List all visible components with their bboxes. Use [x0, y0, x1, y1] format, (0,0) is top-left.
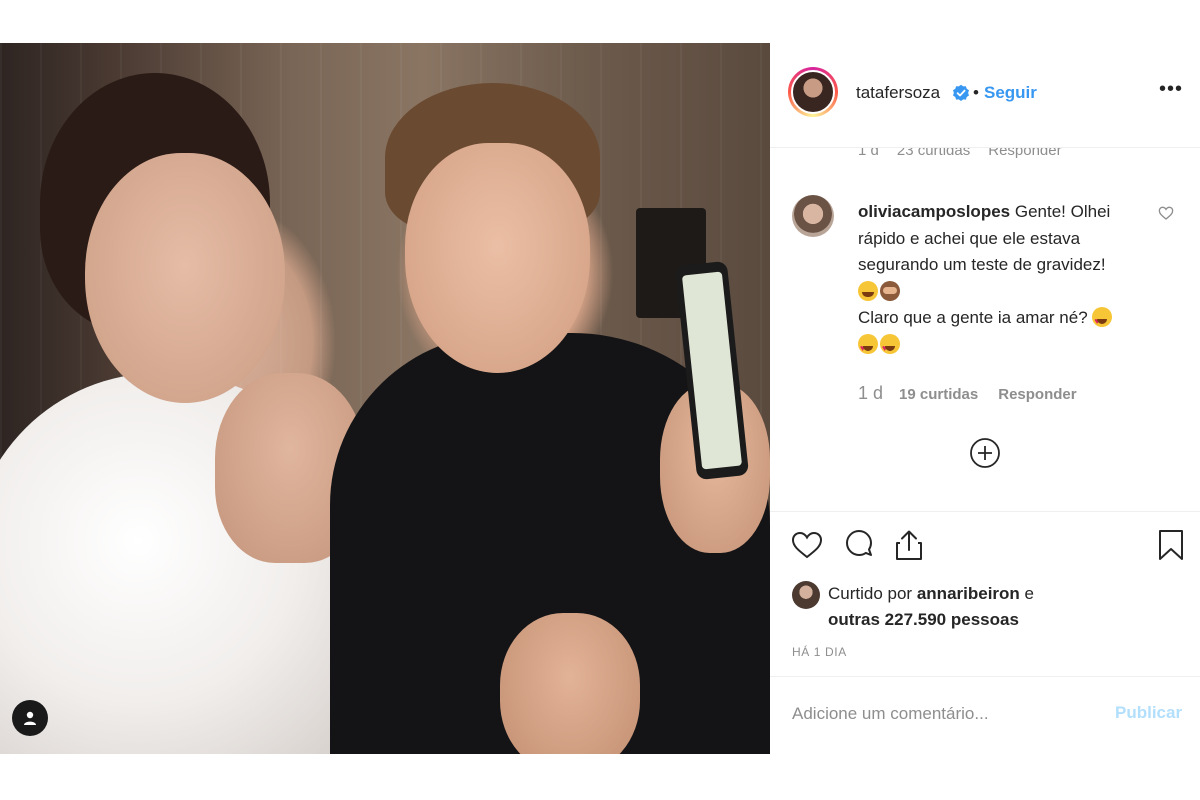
likes-others-link[interactable]: outras 227.590 pessoas	[828, 610, 1019, 629]
likes-suffix: e	[1024, 584, 1035, 603]
heart-eyes-emoji-icon	[1092, 307, 1113, 335]
user-tag-button[interactable]	[12, 700, 48, 736]
post-timestamp[interactable]: HÁ 1 DIA	[792, 645, 847, 659]
photo-man-pointing-hand	[500, 613, 640, 754]
add-comment-input[interactable]	[792, 699, 1092, 729]
author-avatar[interactable]	[788, 67, 838, 117]
previous-comment-reply[interactable]: Responder	[988, 148, 1061, 159]
commenter-username[interactable]: oliviacamposlopes	[858, 202, 1010, 221]
see-no-evil-monkey-icon	[880, 280, 900, 301]
likes-prefix: Curtido por	[828, 584, 913, 603]
comment-text-line2: Claro que a gente ia amar né?	[858, 308, 1088, 327]
face-with-tears-of-joy-icon	[858, 280, 878, 301]
likes-text: Curtido por annaribeiron e outras 227.59…	[828, 581, 1168, 633]
commenter-avatar[interactable]	[792, 195, 834, 237]
heart-icon[interactable]	[790, 528, 824, 562]
comment-bubble-icon[interactable]	[842, 528, 876, 562]
author-username[interactable]: tatafersoza	[856, 83, 940, 103]
previous-comment-likes[interactable]: 23 curtidas	[897, 148, 970, 159]
verified-badge-icon	[953, 84, 969, 101]
post-header: tatafersoza • Seguir •••	[770, 43, 1200, 147]
comment-reply-button[interactable]: Responder	[998, 386, 1076, 403]
header-separator: •	[973, 83, 979, 102]
photo-woman-face	[85, 153, 285, 403]
post-photo[interactable]	[0, 43, 770, 754]
photo-man-face	[405, 143, 590, 373]
heart-eyes-emoji-icon	[880, 333, 900, 361]
liker-username[interactable]: annaribeiron	[917, 584, 1020, 603]
previous-comment-age: 1 d	[858, 148, 879, 159]
comments-list[interactable]: 1 d 23 curtidas Responder oliviacamposlo…	[770, 148, 1200, 511]
comment-meta: 1 d 19 curtidas Responder	[858, 383, 1077, 404]
bookmark-icon[interactable]	[1154, 528, 1188, 562]
previous-comment-meta: 1 d 23 curtidas Responder	[858, 148, 1062, 159]
share-icon[interactable]	[892, 528, 926, 562]
follow-button[interactable]: Seguir	[984, 83, 1037, 103]
more-options-button[interactable]: •••	[1156, 79, 1186, 105]
comment-body: oliviacamposlopes Gente! Olhei rápido e …	[858, 199, 1140, 361]
comment-box-divider	[770, 676, 1200, 677]
liker-avatar[interactable]	[792, 581, 820, 609]
post-side-panel: tatafersoza • Seguir ••• 1 d 23 curtidas…	[770, 43, 1200, 754]
user-tag-icon	[24, 711, 36, 725]
comment-likes-count[interactable]: 19 curtidas	[899, 386, 978, 403]
comment-age: 1 d	[858, 383, 884, 403]
post-comment-button[interactable]: Publicar	[1115, 703, 1182, 723]
comment-like-heart-icon[interactable]	[1158, 205, 1174, 221]
plus-circle-icon[interactable]	[969, 437, 1001, 469]
author-avatar-image	[791, 70, 835, 114]
heart-eyes-emoji-icon	[858, 333, 878, 361]
post-actions	[770, 512, 1200, 578]
